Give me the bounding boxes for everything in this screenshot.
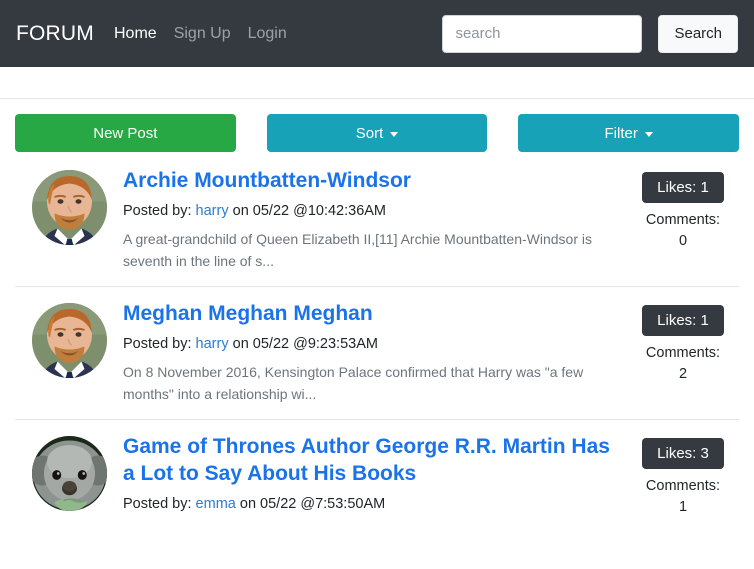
filter-label: Filter (604, 124, 638, 142)
likes-badge[interactable]: Likes: 1 (642, 304, 724, 336)
search-form: Search (442, 14, 738, 53)
post-meta: Posted by: emma on 05/22 @7:53:50AM (123, 494, 613, 516)
posted-by-label: Posted by: (123, 335, 192, 352)
avatar-cell (15, 168, 123, 245)
comments-label: Comments: (645, 477, 721, 494)
post-meta: Posted by: harry on 05/22 @10:42:36AM (123, 201, 613, 223)
avatar-cell (15, 434, 123, 511)
post-title-link[interactable]: Archie Mountbatten-Windsor (123, 168, 613, 195)
post-date: on 05/22 @10:42:36AM (232, 202, 387, 219)
comments-count: Comments: 1 (646, 476, 720, 518)
post-stats: Likes: 1 Comments: 2 (627, 301, 739, 385)
nav-links: Home Sign Up Login (114, 25, 287, 43)
nav-link-login[interactable]: Login (248, 25, 287, 43)
koala-photo-icon (31, 435, 107, 511)
avatar[interactable] (31, 302, 107, 378)
likes-badge[interactable]: Likes: 1 (642, 172, 724, 203)
avatar[interactable] (31, 435, 107, 511)
comments-count: Comments: 2 (646, 343, 720, 385)
subheader-divider (0, 67, 754, 99)
search-button[interactable]: Search (658, 14, 738, 53)
post-date: on 05/22 @7:53:50AM (239, 495, 386, 512)
post-body: Archie Mountbatten-Windsor Posted by: ha… (123, 168, 627, 273)
comments-label: Comments: (645, 344, 721, 361)
post-stats: Likes: 1 Comments: 0 (627, 168, 739, 252)
post-body: Game of Thrones Author George R.R. Marti… (123, 434, 627, 521)
post-author-link[interactable]: emma (196, 496, 236, 512)
post-stats: Likes: 3 Comments: 1 (627, 434, 739, 518)
posted-by-label: Posted by: (123, 202, 192, 219)
search-input[interactable] (442, 14, 643, 53)
sort-label: Sort (355, 124, 384, 142)
post-date: on 05/22 @9:23:53AM (232, 335, 378, 352)
post-list: Archie Mountbatten-Windsor Posted by: ha… (0, 152, 754, 533)
avatar[interactable] (31, 170, 107, 245)
chevron-down-icon (644, 131, 653, 137)
post-title-link[interactable]: Meghan Meghan Meghan (123, 301, 613, 328)
post-list-item: Game of Thrones Author George R.R. Marti… (15, 418, 739, 534)
post-author-link[interactable]: harry (196, 203, 229, 219)
post-body: Meghan Meghan Meghan Posted by: harry on… (123, 301, 627, 406)
nav-link-home[interactable]: Home (114, 25, 157, 43)
nav-link-sign-up[interactable]: Sign Up (174, 25, 231, 43)
sort-dropdown-button[interactable]: Sort (266, 114, 488, 152)
comments-label: Comments: (645, 212, 721, 228)
comments-value: 2 (678, 365, 688, 382)
post-meta: Posted by: harry on 05/22 @9:23:53AM (123, 334, 613, 356)
chevron-down-icon (390, 131, 399, 137)
post-excerpt: On 8 November 2016, Kensington Palace co… (123, 363, 584, 403)
comments-value: 1 (678, 498, 688, 515)
post-excerpt: A great-grandchild of Queen Elizabeth II… (123, 230, 592, 270)
post-list-item: Meghan Meghan Meghan Posted by: harry on… (15, 285, 739, 419)
new-post-button[interactable]: New Post (15, 114, 236, 152)
post-title-link[interactable]: Game of Thrones Author George R.R. Marti… (123, 434, 613, 488)
prince-harry-photo-icon (31, 302, 107, 378)
avatar-cell (15, 301, 123, 378)
action-button-row: New Post Sort Filter (0, 99, 754, 152)
filter-dropdown-button[interactable]: Filter (518, 114, 740, 152)
comments-count: Comments: 0 (646, 210, 720, 252)
post-author-link[interactable]: harry (196, 336, 229, 352)
top-navbar: FORUM Home Sign Up Login Search (0, 0, 754, 67)
posted-by-label: Posted by: (123, 495, 192, 512)
new-post-label: New Post (93, 124, 158, 142)
likes-badge[interactable]: Likes: 3 (642, 437, 724, 469)
brand-logo[interactable]: FORUM (16, 22, 94, 46)
prince-harry-photo-icon (31, 170, 107, 245)
comments-value: 0 (678, 233, 688, 250)
post-list-item: Archie Mountbatten-Windsor Posted by: ha… (15, 152, 739, 286)
